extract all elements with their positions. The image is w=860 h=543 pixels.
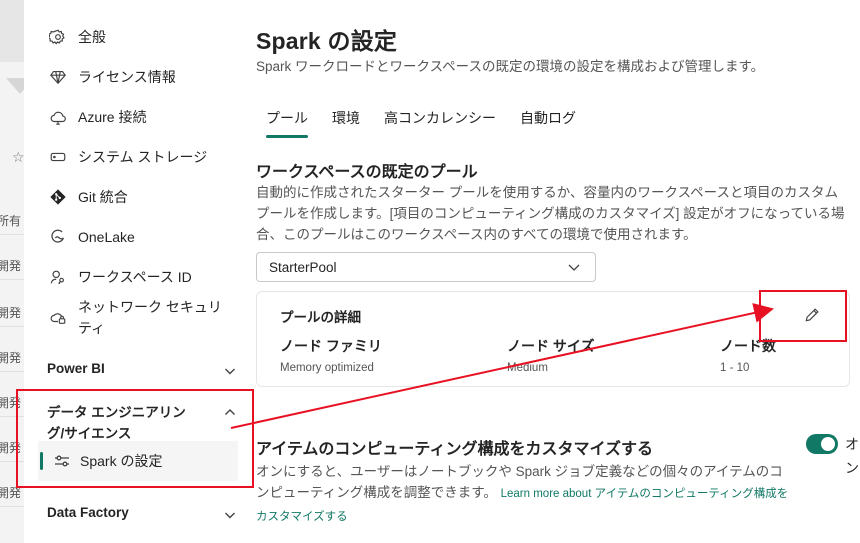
- page-title: Spark の設定: [256, 28, 398, 54]
- default-pool-title: ワークスペースの既定のプール: [256, 164, 478, 181]
- sidebar-item-label: 全般: [78, 29, 106, 45]
- toggle-knob: [821, 437, 835, 451]
- onelake-icon: [48, 227, 68, 247]
- gear-icon: [48, 27, 68, 47]
- section-label-line: グ/サイエンス: [47, 426, 132, 441]
- chevron-down-icon: [225, 512, 235, 519]
- section-label-line: データ エンジニアリン: [47, 405, 186, 420]
- section-data-factory[interactable]: Data Factory: [47, 505, 237, 522]
- node-family-value: Memory optimized: [280, 362, 374, 374]
- pool-details-title: プールの詳細: [280, 310, 361, 325]
- pool-dropdown-value: StarterPool: [269, 259, 337, 275]
- settings-tabs: プール 環境 高コンカレンシー 自動ログ: [266, 108, 600, 138]
- node-size-value: Medium: [507, 362, 548, 374]
- node-count: ノード数 1 - 10: [720, 336, 776, 374]
- background-row: 開発: [0, 372, 24, 417]
- sidebar-item-network-security[interactable]: ネットワーク セキュリ ティ: [48, 297, 222, 339]
- sidebar-item-azure-connection[interactable]: Azure 接続: [48, 107, 146, 127]
- sidebar-item-general[interactable]: 全般: [48, 27, 106, 47]
- section-label: Power BI: [47, 361, 105, 376]
- background-app: ☆ 所有 開発 開発 開発 開発 開発 開発: [0, 0, 24, 543]
- sidebar-item-label: ワークスペース ID: [78, 269, 192, 285]
- sidebar-item-label: Spark の設定: [80, 453, 163, 469]
- sidebar-item-system-storage[interactable]: システム ストレージ: [48, 147, 207, 167]
- chevron-down-icon: [225, 368, 235, 375]
- node-size-label: ノード サイズ: [507, 338, 595, 354]
- customize-compute-description: オンにすると、ユーザーはノートブックや Spark ジョブ定義などの個々のアイテ…: [256, 461, 796, 528]
- node-family: ノード ファミリ Memory optimized: [280, 336, 382, 374]
- sidebar-item-onelake[interactable]: OneLake: [48, 227, 135, 247]
- background-row: 開発: [0, 417, 24, 462]
- background-logo: [6, 78, 24, 94]
- sidebar-item-label: システム ストレージ: [78, 149, 208, 165]
- section-label: データ エンジニアリン グ/サイエンス: [47, 402, 186, 444]
- background-row: 開発: [0, 282, 24, 327]
- sidebar-item-label: ネットワーク セキュリ ティ: [78, 297, 222, 339]
- sidebar-item-label: Git 統合: [78, 189, 128, 205]
- page-subtitle: Spark ワークロードとワークスペースの既定の環境の設定を構成および管理します…: [256, 59, 765, 74]
- spark-settings-content: Spark の設定 Spark ワークロードとワークスペースの既定の環境の設定を…: [256, 0, 859, 543]
- pool-dropdown[interactable]: StarterPool: [256, 252, 596, 282]
- chevron-up-icon: [225, 409, 235, 415]
- tab-high-concurrency[interactable]: 高コンカレンシー: [384, 108, 496, 138]
- star-icon: ☆: [12, 150, 24, 166]
- diamond-icon: [48, 67, 68, 87]
- node-count-label: ノード数: [720, 338, 776, 354]
- default-pool-description: 自動的に作成されたスターター プールを使用するか、容量内のワークスペースと項目の…: [256, 185, 845, 242]
- settings-sidebar: 全般 ライセンス情報 Azure 接続 システム ストレージ Git 統合 On…: [24, 0, 244, 543]
- storage-icon: [48, 147, 68, 167]
- node-family-label: ノード ファミリ: [280, 338, 382, 354]
- pencil-icon: [805, 308, 819, 322]
- sidebar-item-label: OneLake: [78, 229, 135, 245]
- tab-environment[interactable]: 環境: [332, 108, 360, 138]
- toggle-state-label: オン: [845, 436, 859, 476]
- sidebar-item-spark-settings[interactable]: Spark の設定: [38, 441, 238, 481]
- cloud-lock-icon: [48, 307, 68, 327]
- sidebar-item-workspace-identity[interactable]: ワークスペース ID: [48, 267, 192, 287]
- section-power-bi[interactable]: Power BI: [47, 361, 237, 378]
- section-label: Data Factory: [47, 505, 129, 520]
- pool-details-card: プールの詳細 ノード ファミリ Memory optimized ノード サイズ…: [256, 291, 850, 387]
- cloud-icon: [48, 107, 68, 127]
- background-row: 開発: [0, 462, 24, 507]
- git-icon: [48, 187, 68, 207]
- edit-pool-button[interactable]: [801, 304, 823, 326]
- sidebar-item-git-integration[interactable]: Git 統合: [48, 187, 128, 207]
- background-row: 開発: [0, 235, 24, 280]
- customize-compute-title: アイテムのコンピューティング構成をカスタマイズする: [256, 441, 653, 458]
- workspace-settings-panel: 全般 ライセンス情報 Azure 接続 システム ストレージ Git 統合 On…: [24, 0, 860, 543]
- node-size: ノード サイズ Medium: [507, 336, 594, 374]
- sidebar-item-label: ライセンス情報: [78, 69, 176, 85]
- sidebar-item-label-line: ネットワーク セキュリ: [78, 299, 222, 315]
- node-count-value: 1 - 10: [720, 362, 750, 374]
- customize-compute-toggle[interactable]: [806, 434, 838, 454]
- tab-autolog[interactable]: 自動ログ: [520, 108, 576, 138]
- section-data-engineering[interactable]: データ エンジニアリン グ/サイエンス: [47, 402, 237, 444]
- sidebar-item-label-line: ティ: [78, 320, 106, 336]
- selected-indicator: [40, 452, 43, 470]
- background-row: 開発: [0, 327, 24, 372]
- tab-pool[interactable]: プール: [266, 108, 308, 138]
- sidebar-item-license[interactable]: ライセンス情報: [48, 67, 176, 87]
- background-header: [0, 0, 24, 62]
- background-row: 所有: [0, 190, 24, 235]
- sidebar-item-label: Azure 接続: [78, 109, 147, 125]
- identity-icon: [48, 267, 68, 287]
- chevron-down-icon: [568, 264, 580, 271]
- settings-sliders-icon: [52, 451, 72, 471]
